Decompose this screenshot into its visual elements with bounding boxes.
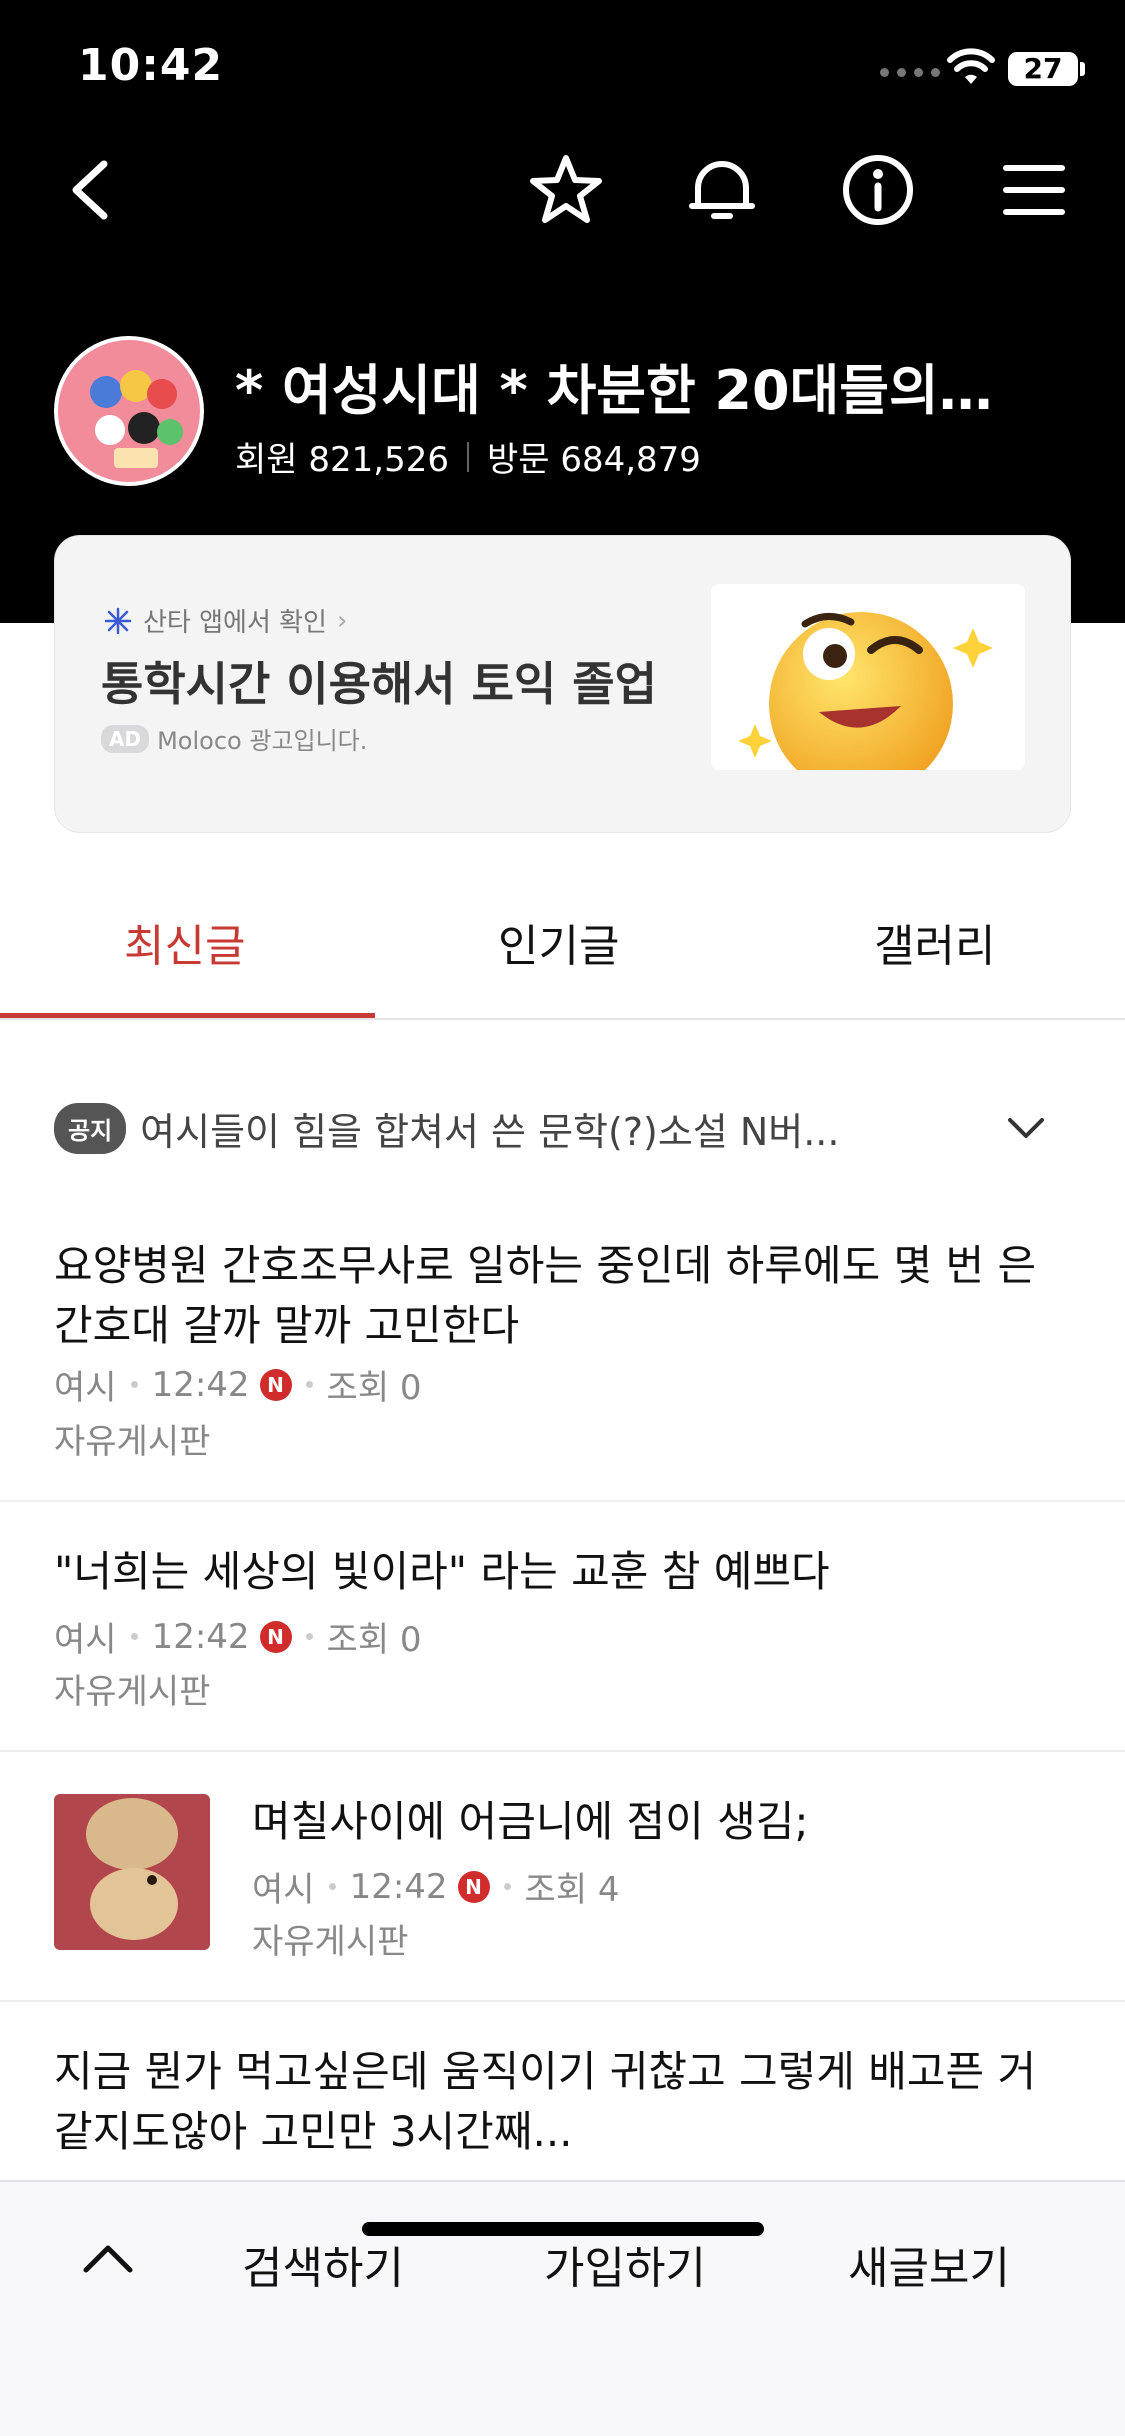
meta-dot [305,1633,313,1640]
post-title: 며칠사이에 어금니에 점이 생김; [252,1797,809,1846]
post-title: 요양병원 간호조무사로 일하는 중인데 하루에도 몇 번 은 간호대 갈까 말까… [54,1241,1037,1350]
active-tab-indicator [0,1013,375,1018]
notification-button[interactable] [682,150,762,230]
chevron-up-icon[interactable] [80,2238,136,2278]
post-author: 여시 [54,1620,117,1660]
new-badge-icon: N [457,1870,490,1903]
ad-image [711,584,1025,770]
santa-app-icon [104,607,132,634]
notice-badge: 공지 [54,1102,127,1154]
status-bar: 10:42 27 [0,0,1125,135]
cafe-title[interactable]: * 여성시대 * 차분한 20대들의… [235,346,1045,425]
wifi-icon [947,48,995,84]
ad-note-text: Moloco 광고입니다. [157,727,368,755]
meta-dot [130,1633,138,1640]
post-item[interactable]: 며칠사이에 어금니에 점이 생김; 여시 12:42 N 조회 4 자유게시판 [0,1752,1125,2002]
post-time: 12:42 [349,1866,448,1907]
post-item[interactable]: 지금 뭔가 먹고싶은데 움직이기 귀찮고 그렇게 배고픈 거같지도않아 고민만 … [0,2002,1125,2180]
tab-latest[interactable]: 최신글 [124,910,245,974]
search-button[interactable]: 검색하기 [242,2232,404,2296]
post-board: 자유게시판 [54,1422,211,1462]
hamburger-menu-icon [1003,165,1065,215]
tooth-photo-image [54,1794,210,1950]
board-tabs: 최신글 인기글 갤러리 [0,880,1125,1020]
back-arrow-icon [72,160,108,220]
ad-source-text: 산타 앱에서 확인 [143,608,327,638]
post-time: 12:42 [151,1364,250,1405]
post-time: 12:42 [151,1616,250,1657]
member-count: 회원 821,526 [235,440,449,480]
notice-text: 여시들이 힘을 합쳐서 쓴 문학(?)소설 N버... [140,1109,840,1154]
status-time: 10:42 [78,40,224,91]
post-board: 자유게시판 [252,1922,409,1962]
new-posts-button[interactable]: 새글보기 [848,2232,1010,2296]
post-views: 조회 4 [524,1870,620,1910]
post-meta: 여시 12:42 N 조회 0 [54,1360,422,1409]
meta-dot [328,1883,336,1890]
back-button[interactable] [52,150,132,230]
star-icon [530,155,602,223]
cafe-info-button[interactable] [838,150,918,230]
new-badge-icon: N [259,1620,292,1653]
cafe-stats: 회원 821,526 방문 684,879 [235,432,701,481]
post-meta: 여시 12:42 N 조회 0 [54,1612,422,1661]
cellular-signal-icon [880,68,940,77]
post-author: 여시 [54,1368,117,1408]
post-views: 조회 0 [326,1368,422,1408]
ad-title: 통학시간 이용해서 토익 졸업 [101,657,657,711]
ad-source-link[interactable]: 산타 앱에서 확인 › [103,602,347,639]
bottom-toolbar: 검색하기 가입하기 새글보기 [0,2180,1125,2436]
post-thumbnail [54,1794,210,1950]
post-title: "너희는 세상의 빛이라" 라는 교훈 참 예쁘다 [54,1547,830,1596]
notice-banner[interactable]: 공지 여시들이 힘을 합쳐서 쓴 문학(?)소설 N버... [54,1098,1071,1158]
chevron-right-icon: › [336,605,348,636]
ad-disclosure: AD Moloco 광고입니다. [101,721,367,756]
post-item[interactable]: 요양병원 간호조무사로 일하는 중인데 하루에도 몇 번 은 간호대 갈까 말까… [0,1210,1125,1502]
post-item[interactable]: "너희는 세상의 빛이라" 라는 교훈 참 예쁘다 여시 12:42 N 조회 … [0,1502,1125,1752]
post-title: 지금 뭔가 먹고싶은데 움직이기 귀찮고 그렇게 배고픈 거같지도않아 고민만 … [54,2047,1037,2156]
chevron-down-icon[interactable] [1004,1108,1048,1148]
winking-emoji-image [738,612,993,770]
menu-button[interactable] [994,150,1074,230]
post-author: 여시 [252,1870,315,1910]
battery-cap [1080,62,1085,76]
ad-banner[interactable]: 산타 앱에서 확인 › 통학시간 이용해서 토익 졸업 AD Moloco 광고… [54,535,1071,833]
favorite-button[interactable] [526,150,606,230]
ad-badge: AD [101,724,150,753]
stats-divider [466,441,469,472]
post-views: 조회 0 [326,1620,422,1660]
bell-icon [689,161,755,219]
meta-dot [503,1883,511,1890]
visit-count: 방문 684,879 [486,440,701,480]
tab-popular[interactable]: 인기글 [498,910,619,974]
info-icon [843,155,913,225]
post-board: 자유게시판 [54,1672,211,1712]
join-button[interactable]: 가입하기 [544,2232,706,2296]
meta-dot [130,1381,138,1388]
tab-gallery[interactable]: 갤러리 [874,910,995,974]
cafe-avatar[interactable] [54,336,204,486]
meta-dot [305,1381,313,1388]
new-badge-icon: N [259,1368,292,1401]
home-indicator[interactable] [362,2222,764,2236]
post-meta: 여시 12:42 N 조회 4 [252,1862,620,1911]
battery-indicator: 27 [1008,52,1078,86]
